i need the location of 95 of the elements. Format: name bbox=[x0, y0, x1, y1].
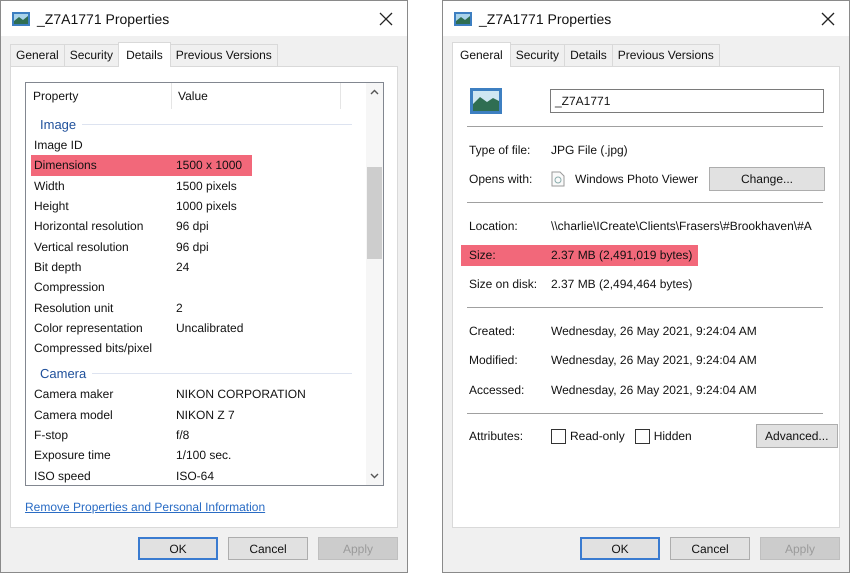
property-row[interactable]: Resolution unit 2 bbox=[31, 297, 193, 318]
change-button[interactable]: Change... bbox=[709, 167, 825, 192]
property-name: Horizontal resolution bbox=[33, 219, 144, 234]
property-row[interactable]: Compression bbox=[31, 277, 186, 298]
property-name: Width bbox=[33, 178, 66, 193]
image-file-icon bbox=[11, 10, 31, 26]
field-label: Attributes: bbox=[468, 429, 524, 444]
property-name: Color representation bbox=[33, 320, 144, 335]
field-label: Opens with: bbox=[468, 172, 534, 186]
property-row[interactable]: Bit depth 24 bbox=[31, 256, 200, 278]
property-row[interactable]: Exposure time 1/100 sec. bbox=[31, 445, 242, 466]
checkbox[interactable] bbox=[551, 428, 566, 444]
property-row[interactable]: Camera maker NIKON CORPORATION bbox=[31, 384, 316, 405]
property-value: 96 dpi bbox=[176, 219, 209, 234]
property-name: Compressed bits/pixel bbox=[33, 341, 154, 356]
property-name: Dimensions bbox=[33, 158, 98, 172]
property-row[interactable]: Dimensions 1500 x 1000 bbox=[31, 155, 252, 176]
column-header[interactable]: Value bbox=[172, 83, 341, 109]
image-file-icon bbox=[469, 87, 503, 115]
property-value: 1500 x 1000 bbox=[176, 158, 242, 172]
scroll-down-icon[interactable] bbox=[370, 473, 379, 479]
property-value: 1500 pixels bbox=[176, 178, 237, 193]
scroll-up-icon[interactable] bbox=[370, 89, 379, 95]
field-value: Windows Photo Viewer bbox=[575, 172, 700, 186]
field-value: 2.37 MB (2,491,019 bytes) bbox=[551, 248, 692, 262]
advanced-button[interactable]: Advanced... bbox=[756, 424, 838, 448]
property-value: f/8 bbox=[176, 428, 190, 442]
field-value: Wednesday, 26 May 2021, 9:24:04 AM bbox=[551, 353, 757, 368]
field-value: Wednesday, 26 May 2021, 9:24:04 AM bbox=[551, 382, 757, 397]
property-name: Image ID bbox=[33, 138, 84, 152]
document-icon bbox=[551, 171, 565, 188]
column-header[interactable]: Property bbox=[31, 83, 172, 109]
file-name-field[interactable]: _Z7A1771 bbox=[550, 89, 824, 113]
group-heading: Image bbox=[40, 116, 76, 132]
property-value: ISO-64 bbox=[176, 468, 214, 483]
window-title: _Z7A1771 Properties bbox=[37, 10, 170, 26]
property-value: 2 bbox=[176, 300, 183, 315]
scrollbar[interactable] bbox=[366, 83, 383, 485]
close-icon[interactable] bbox=[379, 12, 393, 26]
checkbox[interactable] bbox=[634, 428, 650, 444]
property-name: F-stop bbox=[33, 428, 70, 442]
property-value: NIKON CORPORATION bbox=[176, 387, 306, 402]
dialog-button[interactable]: Cancel bbox=[228, 537, 308, 560]
tab[interactable]: General bbox=[452, 42, 511, 67]
field-label: Size on disk: bbox=[468, 277, 538, 292]
property-row[interactable]: Vertical resolution 96 dpi bbox=[31, 236, 219, 257]
property-name: Camera model bbox=[33, 408, 114, 422]
property-name: Vertical resolution bbox=[33, 240, 130, 254]
dialog-button[interactable]: OK bbox=[138, 537, 218, 560]
property-row[interactable]: F-stop f/8 bbox=[31, 424, 200, 446]
property-name: Resolution unit bbox=[33, 300, 114, 315]
group-heading: Camera bbox=[40, 366, 86, 381]
property-name: Compression bbox=[33, 280, 106, 294]
tab[interactable]: Details bbox=[118, 42, 171, 67]
property-value: 1/100 sec. bbox=[176, 448, 232, 462]
checkbox-label: Read-only bbox=[570, 429, 625, 444]
property-value: 96 dpi bbox=[176, 240, 209, 254]
field-label: Modified: bbox=[468, 353, 519, 368]
property-value: Uncalibrated bbox=[176, 320, 244, 335]
property-value: 24 bbox=[176, 260, 190, 274]
scroll-thumb[interactable] bbox=[367, 167, 382, 259]
property-name: Bit depth bbox=[33, 260, 82, 274]
property-row[interactable]: Height 1000 pixels bbox=[31, 196, 247, 216]
property-value: NIKON Z 7 bbox=[176, 408, 235, 422]
tab[interactable]: Previous Versions bbox=[612, 44, 720, 66]
field-value: JPG File (.jpg) bbox=[551, 142, 628, 157]
property-row[interactable]: Color representation Uncalibrated bbox=[31, 318, 254, 338]
image-file-icon bbox=[453, 10, 473, 26]
property-row[interactable]: Horizontal resolution 96 dpi bbox=[31, 216, 219, 236]
property-row[interactable]: Width 1500 pixels bbox=[31, 176, 247, 196]
property-value: 1000 pixels bbox=[176, 199, 237, 214]
dialog-button[interactable]: OK bbox=[580, 537, 660, 560]
field-label: Size: bbox=[468, 248, 497, 262]
field-label: Created: bbox=[468, 324, 516, 338]
close-icon[interactable] bbox=[821, 12, 835, 26]
dialog-button[interactable]: Cancel bbox=[670, 537, 750, 560]
field-label: Location: bbox=[468, 218, 519, 233]
property-name: ISO speed bbox=[33, 468, 92, 483]
field-value: \\charlie\ICreate\Clients\Frasers\#Brookhaven\#A bbox=[551, 218, 812, 233]
property-name: Height bbox=[33, 199, 70, 214]
property-row[interactable]: ISO speed ISO-64 bbox=[31, 465, 224, 485]
field-label: Type of file: bbox=[468, 142, 532, 157]
property-row[interactable]: Compressed bits/pixel bbox=[31, 338, 186, 358]
remove-properties-link[interactable]: Remove Properties and Personal Information bbox=[25, 500, 266, 514]
field-value: 2.37 MB (2,494,464 bytes) bbox=[551, 277, 692, 292]
tab[interactable]: General bbox=[10, 44, 65, 66]
property-row[interactable]: Image ID bbox=[31, 135, 186, 156]
checkbox-label: Hidden bbox=[654, 429, 692, 444]
tab[interactable]: Previous Versions bbox=[170, 44, 278, 66]
field-value: Wednesday, 26 May 2021, 9:24:04 AM bbox=[551, 324, 757, 338]
property-name: Exposure time bbox=[33, 448, 112, 462]
window-title: _Z7A1771 Properties bbox=[479, 10, 612, 26]
property-row[interactable]: Camera model NIKON Z 7 bbox=[31, 404, 245, 425]
field-label: Accessed: bbox=[468, 382, 526, 397]
property-name: Camera maker bbox=[33, 387, 114, 402]
